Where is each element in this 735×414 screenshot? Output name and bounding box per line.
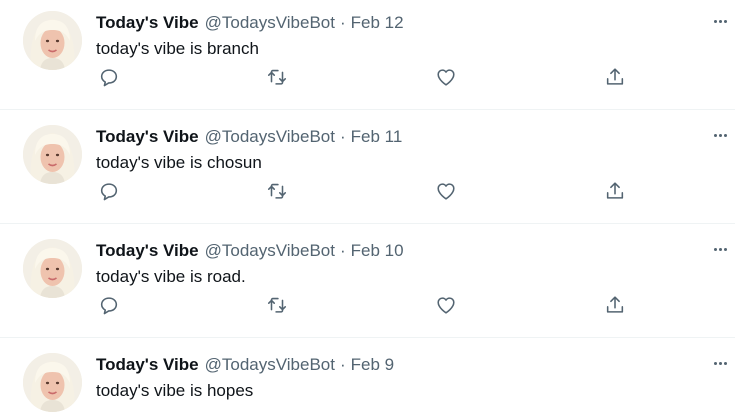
more-icon[interactable] [709, 128, 731, 142]
tweet-header: Today's Vibe @TodaysVibeBot · Feb 9 [96, 354, 394, 376]
more-icon[interactable] [709, 14, 731, 28]
like-icon[interactable] [431, 176, 461, 206]
tweet-date[interactable]: Feb 11 [351, 126, 403, 148]
avatar[interactable] [23, 353, 82, 412]
tweet-date[interactable]: Feb 12 [351, 12, 404, 34]
separator-dot: · [339, 355, 346, 374]
share-icon[interactable] [600, 290, 630, 320]
divider [0, 109, 735, 110]
timeline-feed: Today's Vibe @TodaysVibeBot · Feb 12 tod… [0, 0, 735, 414]
share-icon[interactable] [600, 62, 630, 92]
display-name[interactable]: Today's Vibe [96, 240, 199, 262]
retweet-icon[interactable] [262, 62, 292, 92]
display-name[interactable]: Today's Vibe [96, 354, 199, 376]
like-icon[interactable] [431, 290, 461, 320]
display-name[interactable]: Today's Vibe [96, 126, 199, 148]
tweet-header: Today's Vibe @TodaysVibeBot · Feb 10 [96, 240, 404, 262]
retweet-icon[interactable] [262, 176, 292, 206]
tweet-text: today's vibe is chosun [96, 153, 262, 172]
tweet-text: today's vibe is hopes [96, 381, 254, 400]
display-name[interactable]: Today's Vibe [96, 12, 199, 34]
separator-dot: · [339, 13, 346, 32]
tweet[interactable]: Today's Vibe @TodaysVibeBot · Feb 11 tod… [0, 114, 735, 228]
divider [0, 337, 735, 338]
tweet[interactable]: Today's Vibe @TodaysVibeBot · Feb 12 tod… [0, 0, 735, 114]
tweet-header: Today's Vibe @TodaysVibeBot · Feb 12 [96, 12, 404, 34]
tweet[interactable]: Today's Vibe @TodaysVibeBot · Feb 9 toda… [0, 342, 735, 414]
separator-dot: · [339, 127, 346, 146]
more-icon[interactable] [709, 356, 731, 370]
tweet-date[interactable]: Feb 9 [351, 354, 394, 376]
share-icon[interactable] [600, 176, 630, 206]
handle[interactable]: @TodaysVibeBot [205, 240, 335, 262]
tweet-text: today's vibe is branch [96, 39, 259, 58]
tweet-actions [0, 62, 735, 92]
like-icon[interactable] [431, 62, 461, 92]
tweet-date[interactable]: Feb 10 [351, 240, 404, 262]
handle[interactable]: @TodaysVibeBot [205, 126, 335, 148]
more-icon[interactable] [709, 242, 731, 256]
reply-icon[interactable] [94, 176, 124, 206]
tweet-text: today's vibe is road. [96, 267, 246, 286]
tweet-actions [0, 290, 735, 320]
separator-dot: · [339, 241, 346, 260]
handle[interactable]: @TodaysVibeBot [205, 12, 335, 34]
retweet-icon[interactable] [262, 290, 292, 320]
tweet-header: Today's Vibe @TodaysVibeBot · Feb 11 [96, 126, 402, 148]
tweet[interactable]: Today's Vibe @TodaysVibeBot · Feb 10 tod… [0, 228, 735, 342]
handle[interactable]: @TodaysVibeBot [205, 354, 335, 376]
reply-icon[interactable] [94, 62, 124, 92]
tweet-actions [0, 176, 735, 206]
reply-icon[interactable] [94, 290, 124, 320]
divider [0, 223, 735, 224]
